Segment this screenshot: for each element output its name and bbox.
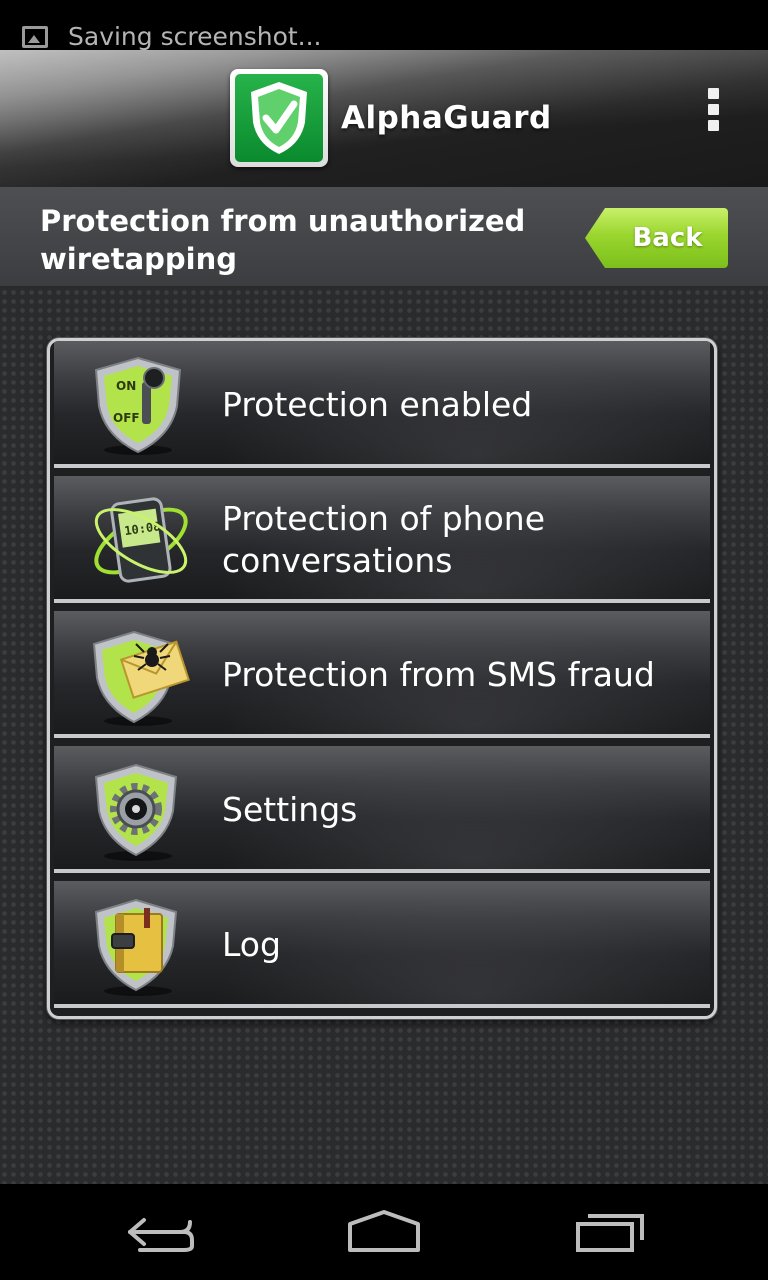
menu-item-label: Protection of phone conversations [222,498,546,580]
page-title: Protection from unauthorized wiretapping [40,204,526,276]
overflow-menu-icon[interactable] [700,86,728,132]
sms-spider-shield-icon [92,630,190,726]
back-button-label: Back [632,223,703,253]
status-bar: Saving screenshot... [0,0,768,51]
svg-text:ON: ON [116,379,136,393]
image-icon [22,26,48,48]
app-logo [230,69,328,167]
menu-list: ON OFF Protection enabled 10:08 Protecti… [47,338,717,1019]
menu-item-log[interactable]: Log [54,881,710,1008]
app-header: AlphaGuard [0,50,768,187]
gear-shield-icon [94,763,178,861]
menu-item-sms-fraud[interactable]: Protection from SMS fraud [54,611,710,738]
app-title: AlphaGuard [341,100,552,136]
on-off-shield-icon: ON OFF [94,356,182,455]
main-content: ON OFF Protection enabled 10:08 Protecti… [0,288,768,1184]
menu-item-phone-conversations[interactable]: 10:08 Protection of phone conversations [54,476,710,603]
navigation-bar [0,1184,768,1280]
menu-item-label: Protection enabled [222,384,533,424]
notification-text: Saving screenshot... [68,22,322,51]
svg-text:OFF: OFF [113,411,140,425]
menu-item-label: Protection from SMS fraud [222,654,655,694]
menu-item-settings[interactable]: Settings [54,746,710,873]
back-button[interactable]: Back [585,208,728,268]
sub-header: Protection from unauthorized wiretapping… [0,187,768,288]
menu-item-protection-enabled[interactable]: ON OFF Protection enabled [54,341,710,468]
shield-check-icon [251,82,307,154]
phone-orbit-icon: 10:08 [94,497,188,583]
home-icon[interactable] [346,1206,422,1258]
book-shield-icon [94,898,178,996]
menu-item-label: Settings [222,789,358,829]
recent-apps-icon[interactable] [572,1206,648,1258]
back-arrow-icon[interactable] [122,1206,198,1258]
menu-item-label: Log [222,924,281,964]
